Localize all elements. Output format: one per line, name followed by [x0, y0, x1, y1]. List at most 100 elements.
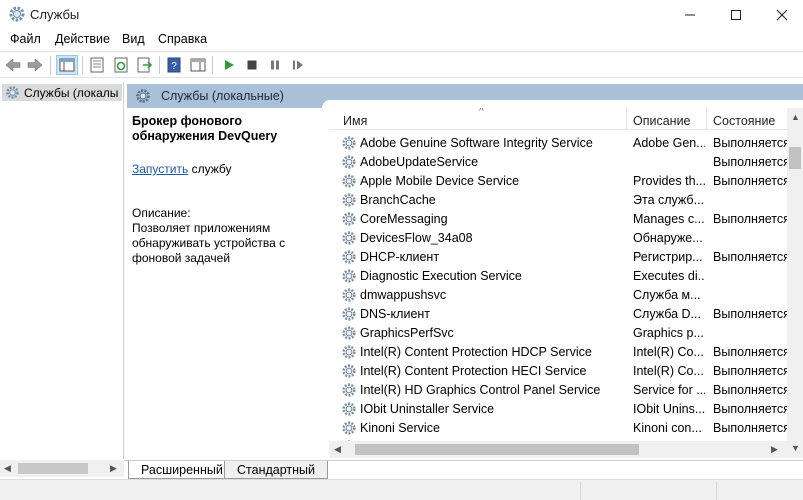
services-gear-icon	[5, 85, 20, 100]
service-description: Executes di...	[633, 269, 705, 283]
service-state: Выполняется	[713, 345, 790, 359]
pause-service-button[interactable]	[265, 55, 285, 75]
maximize-button[interactable]	[713, 0, 759, 29]
table-row[interactable]: DevicesFlow_34a08 Обнаруже...	[329, 229, 787, 248]
forward-arrow-icon	[27, 58, 43, 72]
tree-horizontal-scrollbar[interactable]: ◀ ▶	[0, 460, 124, 477]
service-state: Выполняется	[713, 250, 790, 264]
show-console-tree-icon	[59, 58, 75, 72]
services-gear-icon	[135, 88, 151, 107]
scroll-right-icon[interactable]: ▶	[110, 463, 117, 474]
tree-item-label: Службы (локалы	[24, 85, 119, 100]
refresh-icon	[114, 57, 128, 73]
refresh-button[interactable]	[111, 55, 131, 75]
service-description: Эта служб...	[633, 193, 705, 207]
show-action-pane-button[interactable]	[188, 55, 208, 75]
service-state: Выполняется	[713, 307, 790, 321]
horizontal-scroll-thumb[interactable]	[355, 444, 639, 455]
table-row[interactable]: BranchCache Эта служб...	[329, 191, 787, 210]
forward-button[interactable]	[25, 55, 45, 75]
column-header-description[interactable]: Описание	[627, 108, 707, 130]
table-row[interactable]: GraphicsPerfSvc Graphics p...	[329, 324, 787, 343]
resume-service-button[interactable]	[288, 55, 308, 75]
table-row[interactable]: Kinoni Service Kinoni con... Выполняется	[329, 419, 790, 438]
table-row[interactable]: Intel(R) Content Protection HECI Service…	[329, 362, 790, 381]
sort-ascending-icon: ^	[479, 108, 484, 117]
service-description: Регистрир...	[633, 250, 703, 264]
stop-service-button[interactable]	[242, 55, 262, 75]
toolbar: ?	[0, 51, 803, 78]
service-gear-icon	[341, 344, 357, 363]
table-row[interactable]: DHCP-клиент Регистрир... Выполняется	[329, 248, 790, 267]
table-row[interactable]: CoreMessaging Manages c... Выполняется	[329, 210, 790, 229]
column-header-state[interactable]: Состояние	[707, 108, 787, 130]
vertical-scrollbar[interactable]: ▲ ▼	[787, 108, 803, 458]
service-description: Служба D...	[633, 307, 701, 321]
service-state: Выполняется	[713, 421, 790, 435]
service-description: Provides th...	[633, 174, 705, 188]
service-name: Intel(R) Content Protection HDCP Service	[360, 345, 592, 359]
table-row[interactable]: Intel(R) HD Graphics Control Panel Servi…	[329, 381, 790, 401]
menu-action[interactable]: Действие	[53, 32, 112, 46]
table-row[interactable]: DNS-клиент Служба D... Выполняется	[329, 305, 790, 324]
table-row[interactable]: Diagnostic Execution Service Executes di.…	[329, 267, 787, 286]
show-console-tree-button[interactable]	[56, 55, 78, 75]
start-service-button[interactable]	[219, 55, 239, 75]
list-header: ^ Имя Описание Состояние	[329, 108, 803, 130]
pause-service-icon	[271, 60, 279, 70]
service-description: Service for ...	[633, 383, 705, 397]
tab-standard[interactable]: Стандартный	[224, 461, 328, 479]
vertical-scroll-thumb[interactable]	[789, 147, 801, 169]
column-header-name[interactable]: ^ Имя	[329, 108, 627, 130]
scroll-left-icon[interactable]: ◀	[334, 444, 341, 455]
console-tree: Службы (локалы	[0, 82, 124, 459]
export-list-button[interactable]	[134, 55, 154, 75]
list-rows: Adobe Genuine Software Integrity Service…	[329, 134, 790, 457]
service-description: Служба м...	[633, 288, 701, 302]
tree-scroll-thumb[interactable]	[18, 463, 88, 474]
help-button[interactable]: ?	[164, 55, 184, 75]
status-bar	[0, 479, 803, 500]
help-icon: ?	[167, 57, 181, 73]
menu-help[interactable]: Справка	[156, 32, 209, 46]
start-service-link[interactable]: Запустить	[132, 162, 188, 176]
scroll-up-icon[interactable]: ▲	[791, 112, 800, 122]
service-gear-icon	[341, 154, 357, 173]
scroll-down-icon[interactable]: ▼	[791, 443, 800, 453]
service-state: Выполняется	[713, 174, 790, 188]
service-name: CoreMessaging	[360, 212, 448, 226]
stop-service-icon	[247, 60, 257, 70]
close-button[interactable]	[759, 0, 803, 29]
table-row[interactable]: dmwappushsvc Служба м...	[329, 286, 787, 305]
service-name: Diagnostic Execution Service	[360, 269, 522, 283]
service-name: DHCP-клиент	[360, 250, 440, 264]
service-action-suffix: службу	[188, 162, 232, 176]
service-gear-icon	[341, 192, 357, 211]
title-bar: Службы	[0, 0, 803, 29]
service-name: BranchCache	[360, 193, 436, 207]
service-gear-icon	[341, 382, 357, 401]
service-gear-icon	[341, 325, 357, 344]
scroll-right-icon[interactable]: ▶	[771, 444, 778, 455]
horizontal-scrollbar[interactable]: ◀ ▶	[329, 441, 787, 458]
service-action: Запустить службу	[132, 162, 322, 176]
table-row[interactable]: AdobeUpdateService Выполняется	[329, 153, 790, 173]
back-button[interactable]	[3, 55, 23, 75]
table-row[interactable]: IObit Uninstaller Service IObit Unins... В…	[329, 400, 790, 419]
service-description: Intel(R) Co...	[633, 345, 704, 359]
service-state: Выполняется	[713, 155, 790, 169]
scroll-left-icon[interactable]: ◀	[4, 463, 11, 474]
service-state: Выполняется	[713, 383, 790, 397]
selected-service-title: Брокер фонового обнаружения DevQuery	[132, 114, 278, 143]
minimize-button[interactable]	[667, 0, 713, 29]
table-row[interactable]: Apple Mobile Device Service Provides th..…	[329, 172, 790, 191]
table-row[interactable]: Intel(R) Content Protection HDCP Service…	[329, 343, 790, 363]
menu-file[interactable]: Файл	[8, 32, 43, 46]
properties-button[interactable]	[87, 55, 107, 75]
service-gear-icon	[341, 268, 357, 287]
table-row[interactable]: Adobe Genuine Software Integrity Service…	[329, 134, 790, 153]
tree-item-local-services[interactable]: Службы (локалы	[2, 84, 122, 101]
tab-extended[interactable]: Расширенный	[128, 461, 236, 479]
menu-view[interactable]: Вид	[120, 32, 147, 46]
service-gear-icon	[341, 230, 357, 249]
